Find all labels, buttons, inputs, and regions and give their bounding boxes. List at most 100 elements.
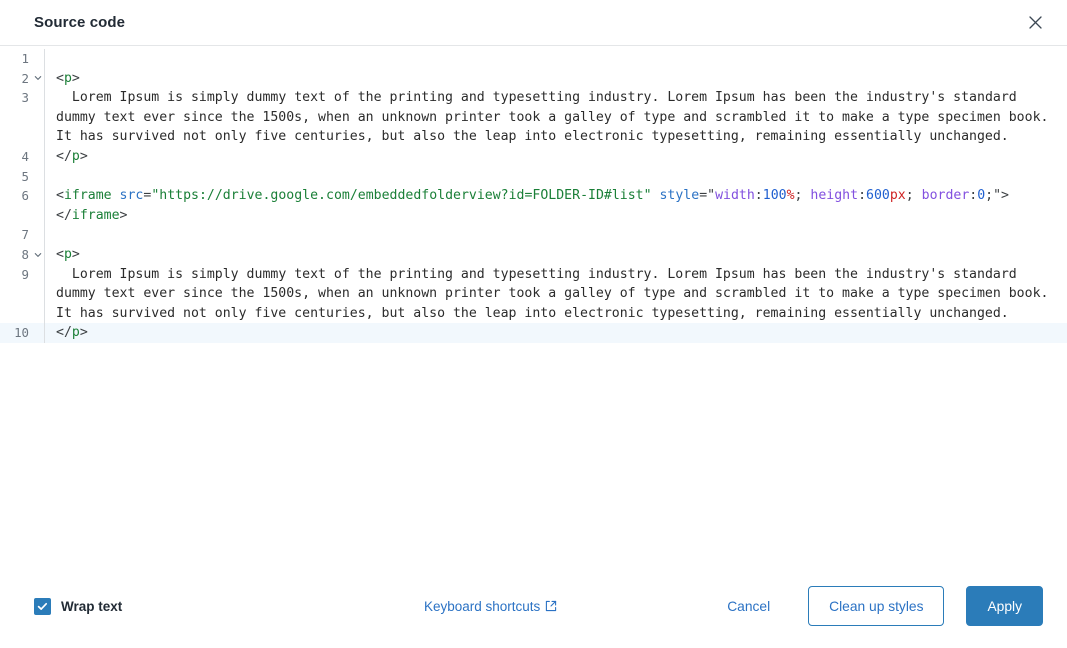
code-token: > <box>79 148 88 164</box>
line-number: 9 <box>21 266 29 282</box>
code-editor[interactable]: 1 2 <p> 3 Lorem Ipsum is simply dummy text… <box>0 46 1067 564</box>
keyboard-shortcuts-link[interactable]: Keyboard shortcuts <box>424 599 557 614</box>
code-token: < <box>56 246 64 262</box>
code-token: p <box>63 70 72 86</box>
code-token: </ <box>56 325 72 341</box>
code-token: > <box>119 207 128 223</box>
line-number: 10 <box>14 325 29 341</box>
code-token: iframe <box>71 207 120 223</box>
code-token: p <box>63 246 72 262</box>
code-line[interactable]: 1 <box>0 49 1067 69</box>
close-icon[interactable] <box>1021 9 1049 37</box>
code-token: > <box>71 246 80 262</box>
line-number: 5 <box>21 168 29 184</box>
line-number: 6 <box>21 188 29 204</box>
dialog-title: Source code <box>34 14 126 31</box>
code-token: </ <box>56 207 72 223</box>
code-line[interactable]: 6 <iframe src = "https://drive.google.com/e… <box>0 186 1067 206</box>
code-line-text <box>45 49 1067 69</box>
code-line[interactable]: </iframe> <box>0 205 1067 226</box>
code-token: < <box>56 70 64 86</box>
footer-actions: Cancel Clean up styles Apply <box>713 586 1043 626</box>
code-line-text: </p> <box>45 147 1067 167</box>
code-token: : <box>754 188 763 204</box>
line-number: 1 <box>21 51 29 66</box>
code-token: 100 <box>762 188 787 204</box>
code-line[interactable]: 9 Lorem Ipsum is simply dummy text of th… <box>0 264 1067 324</box>
source-code-dialog: Source code 1 2 <p> 3 Lorem Ipsum is simpl… <box>0 0 1067 648</box>
clean-up-styles-button[interactable]: Clean up styles <box>808 586 945 626</box>
code-line[interactable]: 8 <p> <box>0 244 1067 265</box>
line-number: 2 <box>21 70 29 86</box>
wrap-text-checkbox[interactable]: Wrap text <box>34 597 123 615</box>
checkbox-box[interactable] <box>34 597 51 615</box>
code-line[interactable]: 3 Lorem Ipsum is simply dummy text of th… <box>0 88 1067 147</box>
keyboard-shortcuts-label: Keyboard shortcuts <box>424 598 541 614</box>
code-line-text: </iframe> <box>45 206 1067 226</box>
code-token: : <box>858 188 867 204</box>
code-token: < <box>56 188 64 204</box>
code-line-text: Lorem Ipsum is simply dummy text of the … <box>45 265 1067 324</box>
dialog-header: Source code <box>0 0 1067 46</box>
code-token: 600 <box>866 188 890 204</box>
code-line[interactable]: 7 <box>0 225 1067 245</box>
code-token: Lorem Ipsum is simply dummy text of the … <box>56 266 1057 321</box>
code-token: > <box>79 325 88 341</box>
code-token: ; <box>794 188 811 204</box>
cancel-button[interactable]: Cancel <box>713 590 784 623</box>
code-line-text: </p> <box>45 323 1067 343</box>
code-token: border <box>921 188 970 204</box>
check-icon <box>37 602 48 610</box>
dialog-footer: Wrap text Keyboard shortcuts Cancel Clea… <box>0 564 1067 648</box>
code-token: </ <box>56 148 72 164</box>
code-line-text: <p> <box>45 245 1067 265</box>
code-token: > <box>71 70 80 86</box>
code-token: style <box>659 188 700 204</box>
code-line[interactable]: 4 </p> <box>0 146 1067 167</box>
code-token: p <box>71 148 80 164</box>
code-line-text: Lorem Ipsum is simply dummy text of the … <box>45 88 1067 147</box>
line-number: 3 <box>21 90 29 106</box>
code-token: p <box>71 325 80 341</box>
chevron-down-icon[interactable] <box>32 245 44 265</box>
code-line-text: <iframe src = "https://drive.google.com/em… <box>45 186 1067 206</box>
apply-button[interactable]: Apply <box>966 586 1043 626</box>
external-link-icon <box>546 600 557 612</box>
code-line[interactable]: 2 <p> <box>0 68 1067 89</box>
line-number: 8 <box>21 246 29 262</box>
code-token: iframe <box>63 188 112 204</box>
line-number: 4 <box>21 148 29 164</box>
code-line[interactable]: 10 </p> <box>0 323 1067 343</box>
wrap-text-label: Wrap text <box>61 598 123 614</box>
code-token: height <box>810 188 859 204</box>
code-token: = <box>699 188 708 204</box>
close-icon-glyph <box>1028 16 1042 29</box>
code-token: width <box>715 188 755 204</box>
code-token: 0 <box>977 188 986 204</box>
line-number: 7 <box>21 227 29 243</box>
code-token: px <box>889 188 906 204</box>
code-line-text <box>45 167 1067 187</box>
code-token: src <box>119 188 144 204</box>
code-token: ; <box>905 188 922 204</box>
code-token: ;"> <box>985 188 1009 204</box>
code-line[interactable]: 5 <box>0 166 1067 187</box>
code-token: "https://drive.google.com/embeddedfolder… <box>151 188 652 204</box>
code-line-text: <p> <box>45 69 1067 89</box>
code-token: % <box>786 188 795 204</box>
code-token: Lorem Ipsum is simply dummy text of the … <box>56 90 1057 145</box>
code-content[interactable]: 1 2 <p> 3 Lorem Ipsum is simply dummy text… <box>0 46 1067 343</box>
code-line-text <box>45 225 1067 245</box>
code-token: " <box>707 188 716 204</box>
chevron-down-icon[interactable] <box>32 69 44 89</box>
